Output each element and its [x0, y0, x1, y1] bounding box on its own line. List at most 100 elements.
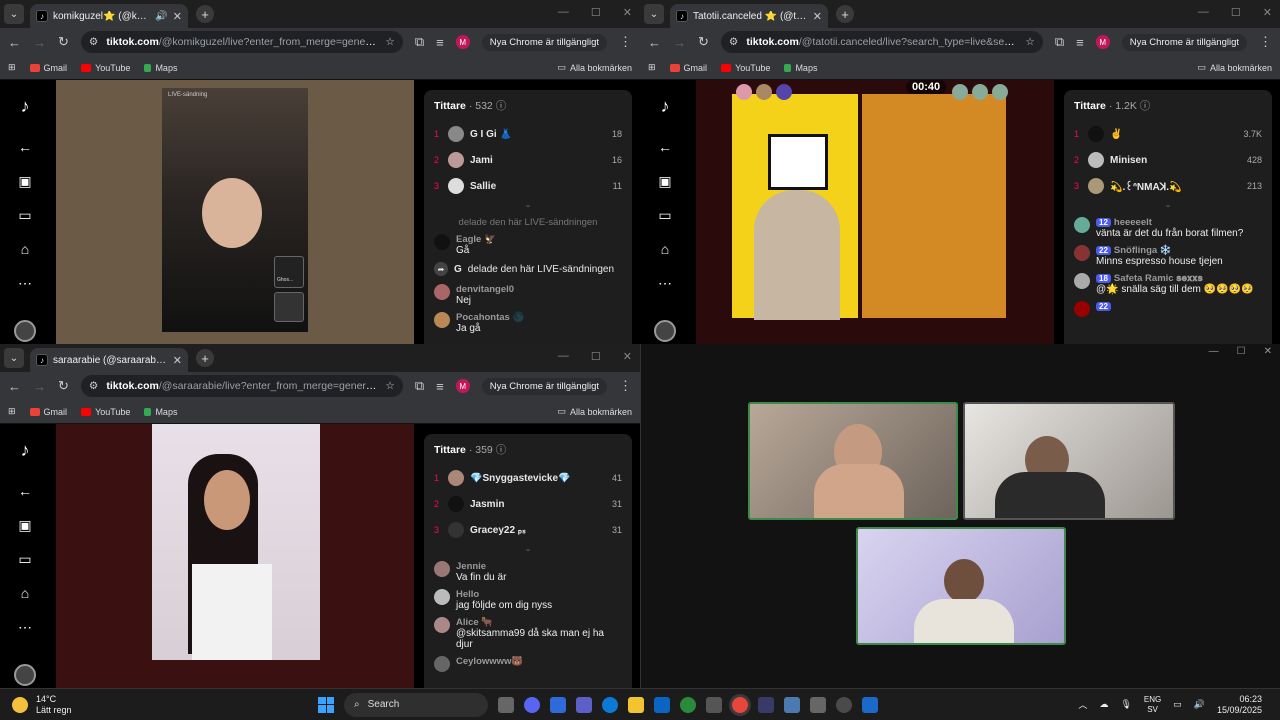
speaker-icon[interactable]: 🔊 — [155, 11, 167, 22]
close-tab-icon[interactable]: ✕ — [813, 10, 822, 23]
expand-chevron-icon[interactable]: ⌄ — [434, 199, 622, 217]
all-bookmarks[interactable]: ▭ Alla bokmärken — [557, 62, 632, 73]
app-icon-3[interactable] — [810, 696, 826, 713]
language-indicator[interactable]: ENG SV — [1144, 695, 1161, 714]
user-avatar[interactable] — [654, 320, 676, 342]
address-bar[interactable]: ⚙ tiktok.com/@tatotii.canceled/live?sear… — [720, 31, 1043, 53]
back-arrow-icon[interactable]: ← — [15, 481, 35, 501]
maximize-icon[interactable]: ☐ — [1231, 6, 1241, 19]
participant-video-1[interactable] — [748, 402, 958, 520]
site-info-icon[interactable]: ⚙ — [729, 36, 738, 48]
edge-icon[interactable] — [602, 696, 618, 713]
tab-search-button[interactable]: ⌄ — [4, 4, 24, 24]
viewer-row[interactable]: 1G I Gi 👗 18 — [434, 121, 622, 147]
new-tab-button[interactable]: + — [196, 349, 214, 367]
close-tab-icon[interactable]: ✕ — [173, 354, 182, 367]
more-icon[interactable]: ⋯ — [655, 273, 675, 293]
cloud-icon[interactable]: ☁ — [1099, 699, 1108, 710]
participant-video-2[interactable] — [963, 402, 1175, 520]
menu-icon[interactable]: ⋮ — [1259, 34, 1272, 50]
extensions-icon[interactable]: ⧉ — [415, 378, 424, 394]
viewer-row[interactable]: 2 Minisen 428 — [1074, 147, 1262, 173]
more-icon[interactable]: ⋯ — [15, 617, 35, 637]
app-icon[interactable] — [706, 696, 722, 713]
video-camera-icon[interactable]: ▭ — [15, 549, 35, 569]
back-icon[interactable]: ← — [8, 35, 21, 50]
network-icon[interactable]: ▭ — [1173, 699, 1182, 710]
teams-icon[interactable] — [576, 696, 592, 713]
apps-grid-icon[interactable]: ⊞ — [648, 62, 656, 73]
minimize-icon[interactable]: — — [1198, 6, 1209, 19]
viewer-row[interactable]: 3 Sallie 11 — [434, 173, 622, 199]
browser-tab[interactable]: ♪ Tatotii.canceled ⭐ (@tatotii.ca ✕ — [670, 4, 828, 28]
live-video-stage[interactable]: 00:40 — [696, 80, 1054, 344]
maximize-icon[interactable]: ☐ — [1237, 346, 1246, 358]
viewer-row[interactable]: 3 💫.꒰ᐢNMAꓘ.💫 213 — [1074, 173, 1262, 199]
user-avatar[interactable] — [14, 664, 36, 686]
mini-guest-tile-2[interactable] — [274, 292, 304, 322]
bookmark-maps[interactable]: Maps — [144, 63, 177, 73]
taskbar-search[interactable]: ⌕ Search — [344, 692, 488, 717]
apps-grid-icon[interactable]: ⊞ — [8, 62, 16, 73]
forward-icon[interactable]: → — [673, 35, 686, 50]
mini-guest-tile[interactable]: Ghos... — [274, 256, 304, 288]
user-avatar[interactable] — [14, 320, 36, 342]
forward-icon[interactable]: → — [33, 379, 46, 394]
app-icon-4[interactable] — [836, 696, 852, 713]
menu-icon[interactable]: ⋮ — [619, 378, 632, 394]
shield-icon[interactable] — [680, 696, 696, 713]
maximize-icon[interactable]: ☐ — [591, 350, 601, 363]
bookmark-maps[interactable]: Maps — [784, 63, 817, 73]
chrome-update-button[interactable]: Nya Chrome är tillgängligt — [481, 33, 607, 51]
viewer-row[interactable]: 1 ✌️ 3.7K — [1074, 121, 1262, 147]
close-window-icon[interactable]: ✕ — [623, 6, 632, 19]
explore-icon[interactable]: ⌂ — [15, 583, 35, 603]
weather-widget[interactable]: 14°C Lätt regn — [0, 694, 300, 716]
apps-grid-icon[interactable]: ⊞ — [8, 406, 16, 417]
task-view-icon[interactable] — [498, 696, 514, 713]
viewer-row[interactable]: 1 💎Snyggastevicke💎 41 — [434, 465, 622, 491]
site-info-icon[interactable]: ⚙ — [89, 380, 98, 392]
back-arrow-icon[interactable]: ← — [655, 137, 675, 157]
live-tv-icon[interactable]: ▣ — [655, 171, 675, 191]
back-icon[interactable]: ← — [648, 35, 661, 50]
tiktok-logo-icon[interactable]: ♪ — [21, 96, 30, 117]
maximize-icon[interactable]: ☐ — [591, 6, 601, 19]
live-tv-icon[interactable]: ▣ — [15, 515, 35, 535]
bookmark-youtube[interactable]: YouTube — [81, 407, 130, 417]
bookmark-youtube[interactable]: YouTube — [81, 63, 130, 73]
address-bar[interactable]: ⚙ tiktok.com/@saraarabie/live?enter_from… — [80, 375, 403, 397]
windows-start-icon[interactable] — [318, 696, 334, 713]
participant-video-3[interactable] — [856, 527, 1066, 645]
tab-search-button[interactable]: ⌄ — [644, 4, 664, 24]
tiktok-logo-icon[interactable]: ♪ — [661, 96, 670, 117]
profile-avatar[interactable]: M — [1095, 35, 1110, 49]
extensions-icon[interactable]: ⧉ — [1055, 34, 1064, 50]
video-camera-icon[interactable]: ▭ — [15, 205, 35, 225]
menu-icon[interactable]: ⋮ — [619, 34, 632, 50]
media-control-icon[interactable]: ≡ — [1076, 35, 1084, 50]
reload-icon[interactable]: ↻ — [58, 34, 69, 50]
bookmark-star-icon[interactable]: ☆ — [1025, 36, 1034, 48]
back-icon[interactable]: ← — [8, 379, 21, 394]
bookmark-gmail[interactable]: Gmail — [29, 63, 67, 73]
reload-icon[interactable]: ↻ — [698, 34, 709, 50]
close-tab-icon[interactable]: ✕ — [173, 10, 182, 23]
expand-chevron-icon[interactable]: ⌄ — [1074, 199, 1262, 217]
minimize-icon[interactable]: — — [558, 6, 569, 19]
bookmark-maps[interactable]: Maps — [144, 407, 177, 417]
bookmark-gmail[interactable]: Gmail — [29, 407, 67, 417]
forward-icon[interactable]: → — [33, 35, 46, 50]
bookmark-youtube[interactable]: YouTube — [721, 63, 770, 73]
minimize-icon[interactable]: — — [1209, 346, 1219, 358]
chrome-update-button[interactable]: Nya Chrome är tillgängligt — [481, 377, 607, 395]
explore-icon[interactable]: ⌂ — [655, 239, 675, 259]
clock[interactable]: 06:23 15/09/2025 — [1217, 694, 1262, 716]
all-bookmarks[interactable]: ▭ Alla bokmärken — [1197, 62, 1272, 73]
outlook-icon[interactable] — [654, 696, 670, 713]
close-window-icon[interactable]: ✕ — [1263, 6, 1272, 19]
bookmark-star-icon[interactable]: ☆ — [385, 380, 394, 392]
new-tab-button[interactable]: + — [836, 5, 854, 23]
expand-chevron-icon[interactable]: ⌄ — [434, 543, 622, 561]
all-bookmarks[interactable]: ▭ Alla bokmärken — [557, 406, 632, 417]
